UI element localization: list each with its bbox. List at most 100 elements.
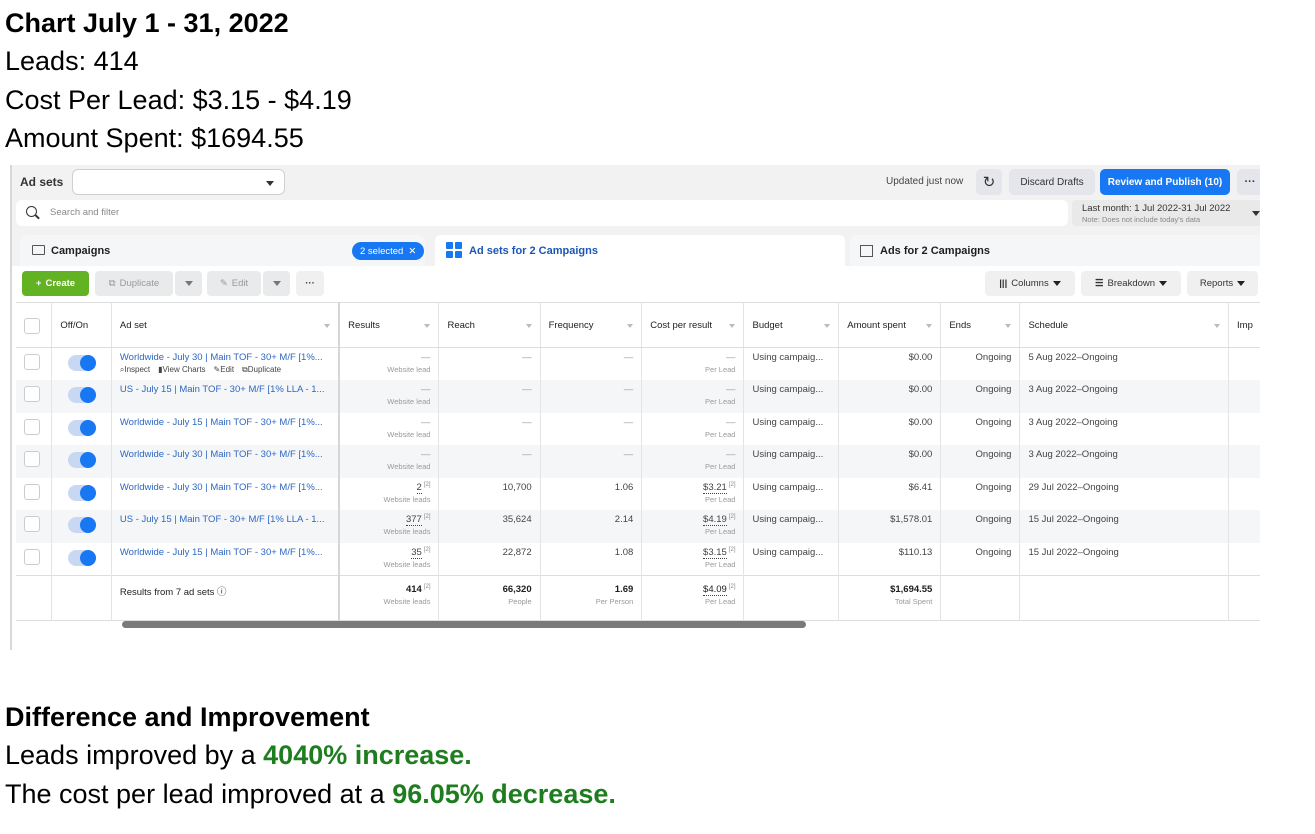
ends-value: Ongoing	[975, 352, 1012, 363]
column-header[interactable]: Off/On	[51, 302, 112, 348]
column-header[interactable]: Ends	[940, 302, 1021, 348]
cpr-value[interactable]: $3.15	[703, 546, 727, 559]
row-checkbox[interactable]	[24, 354, 40, 370]
horizontal-scrollbar[interactable]	[122, 621, 806, 628]
ad-set-name-link[interactable]: US - July 15 | Main TOF - 30+ M/F [1% LL…	[120, 384, 330, 395]
cpr-value[interactable]: $3.21	[703, 481, 727, 494]
summary-title: Chart July 1 - 31, 2022	[5, 8, 289, 38]
tab-ad-sets[interactable]: Ad sets for 2 Campaigns	[435, 235, 845, 266]
ad-set-name-link[interactable]: Worldwide - July 30 | Main TOF - 30+ M/F…	[120, 482, 330, 493]
level-select[interactable]	[72, 169, 285, 195]
tab-ads[interactable]: Ads for 2 Campaigns	[850, 235, 1260, 266]
amount-spent-value: $0.00	[908, 416, 933, 428]
results-value: —	[420, 384, 431, 395]
reports-button[interactable]: Reports	[1187, 271, 1258, 296]
results-sub: Website lead	[387, 397, 431, 406]
on-off-toggle[interactable]	[67, 517, 96, 533]
review-publish-button[interactable]: Review and Publish (10)	[1100, 169, 1230, 195]
schedule-value: 5 Aug 2022–Ongoing	[1028, 352, 1118, 363]
row-checkbox[interactable]	[24, 516, 40, 532]
row-action-duplicate[interactable]: ⧉Duplicate	[242, 365, 281, 374]
on-off-toggle[interactable]	[67, 452, 96, 468]
row-action-edit[interactable]: ✎Edit	[214, 365, 235, 374]
ad-set-name-link[interactable]: US - July 15 | Main TOF - 30+ M/F [1% LL…	[120, 514, 330, 525]
column-header-label: Amount spent	[847, 319, 906, 331]
budget-cell: Using campaig...	[743, 445, 840, 478]
totals-row: Results from 7 ad sets ⓘ 414 [2] Website l…	[16, 574, 1260, 621]
column-header[interactable]: Ad set	[111, 302, 341, 348]
select-cell	[16, 510, 53, 543]
more-actions-button[interactable]: ···	[296, 271, 324, 296]
discard-drafts-button[interactable]: Discard Drafts	[1009, 169, 1095, 195]
more-options-button[interactable]: ···	[1237, 169, 1260, 195]
column-header[interactable]: Results	[339, 302, 440, 348]
table-row[interactable]: Worldwide - July 30 | Main TOF - 30+ M/F…	[16, 477, 1260, 510]
on-off-toggle[interactable]	[67, 484, 96, 501]
on-off-toggle[interactable]	[67, 549, 96, 566]
create-button[interactable]: + Create	[22, 271, 89, 296]
results-value[interactable]: 2	[416, 481, 422, 494]
search-input[interactable]: Search and filter	[16, 200, 1068, 226]
row-checkbox[interactable]	[24, 548, 40, 565]
results-value[interactable]: 377	[405, 514, 422, 526]
row-action-inspect[interactable]: ⌕Inspect	[120, 365, 150, 374]
ad-set-name-link[interactable]: Worldwide - July 15 | Main TOF - 30+ M/F…	[120, 547, 330, 558]
table-row[interactable]: US - July 15 | Main TOF - 30+ M/F [1% LL…	[16, 510, 1260, 543]
refresh-button[interactable]: ↻	[976, 169, 1002, 195]
totals-cpr[interactable]: $4.09	[703, 583, 727, 596]
on-off-toggle[interactable]	[67, 419, 96, 436]
date-range-picker[interactable]: Last month: 1 Jul 2022-31 Jul 2022 Note:…	[1072, 200, 1260, 226]
on-off-toggle[interactable]	[67, 387, 96, 403]
amount-spent-cell: $110.13	[838, 542, 942, 575]
results-sub: Website leads	[383, 559, 431, 569]
pencil-icon: ✎	[219, 278, 228, 289]
ad-set-name-link[interactable]: Worldwide - July 30 | Main TOF - 30+ M/F…	[120, 352, 330, 363]
column-header[interactable]: Imp	[1228, 302, 1260, 348]
info-icon[interactable]: ⓘ	[217, 587, 227, 598]
row-checkbox[interactable]	[24, 418, 40, 435]
table-row[interactable]: Worldwide - July 30 | Main TOF - 30+ M/F…	[16, 347, 1260, 380]
results-value[interactable]: 35	[411, 546, 422, 559]
selected-count: 2 selected	[360, 245, 404, 257]
chevron-down-icon	[1159, 281, 1168, 286]
frequency-cell: 2.14	[540, 510, 643, 543]
leads-improvement-value: 4040% increase.	[263, 740, 472, 770]
row-action-view-charts[interactable]: ▮View Charts	[158, 365, 205, 374]
totals-spent-cell: $1,694.55 Total Spent	[838, 574, 942, 621]
table-row[interactable]: US - July 15 | Main TOF - 30+ M/F [1% LL…	[16, 380, 1260, 413]
schedule-value: 29 Jul 2022–Ongoing	[1028, 481, 1119, 493]
table-row[interactable]: Worldwide - July 30 | Main TOF - 30+ M/F…	[16, 445, 1260, 478]
table-row[interactable]: Worldwide - July 15 | Main TOF - 30+ M/F…	[16, 542, 1260, 575]
breakdown-button[interactable]: ☰ Breakdown	[1081, 271, 1181, 296]
ad-set-name-link[interactable]: Worldwide - July 30 | Main TOF - 30+ M/F…	[120, 449, 330, 460]
info-superscript: [2]	[728, 583, 736, 590]
frequency-cell: —	[540, 412, 643, 445]
row-checkbox[interactable]	[24, 483, 40, 500]
tab-campaigns[interactable]: Campaigns 2 selected ✕	[20, 235, 425, 266]
close-icon[interactable]: ✕	[408, 246, 416, 257]
reach-value: 10,700	[502, 481, 532, 493]
level-label: Ad sets	[20, 175, 64, 189]
column-header[interactable]: Schedule	[1019, 302, 1230, 348]
ad-set-name-link[interactable]: Worldwide - July 15 | Main TOF - 30+ M/F…	[120, 417, 330, 428]
on-off-toggle[interactable]	[67, 355, 96, 371]
row-checkbox[interactable]	[24, 386, 40, 402]
column-header[interactable]: Frequency	[540, 302, 643, 348]
edit-button[interactable]: ✎ Edit	[207, 271, 261, 296]
row-checkbox[interactable]	[24, 451, 40, 467]
selected-badge[interactable]: 2 selected ✕	[352, 242, 425, 260]
table-row[interactable]: Worldwide - July 15 | Main TOF - 30+ M/F…	[16, 412, 1260, 445]
edit-dropdown-button[interactable]	[263, 271, 290, 296]
amount-spent-cell: $0.00	[838, 412, 942, 445]
column-header[interactable]: Amount spent	[838, 302, 942, 348]
column-header[interactable]: Budget	[743, 302, 840, 348]
cpr-value[interactable]: $4.19	[703, 514, 727, 526]
ads-manager-screenshot: Ad sets Updated just now ↻ Discard Draft…	[10, 165, 1260, 650]
duplicate-dropdown-button[interactable]	[175, 271, 202, 296]
columns-button[interactable]: ||| Columns	[985, 271, 1075, 296]
column-header[interactable]: Reach	[438, 302, 541, 348]
select-all-checkbox[interactable]	[24, 318, 40, 334]
duplicate-button[interactable]: ⧉ Duplicate	[95, 271, 173, 296]
results-cell: 2 [2] Website leads	[339, 477, 440, 510]
column-header[interactable]: Cost per result	[641, 302, 745, 348]
